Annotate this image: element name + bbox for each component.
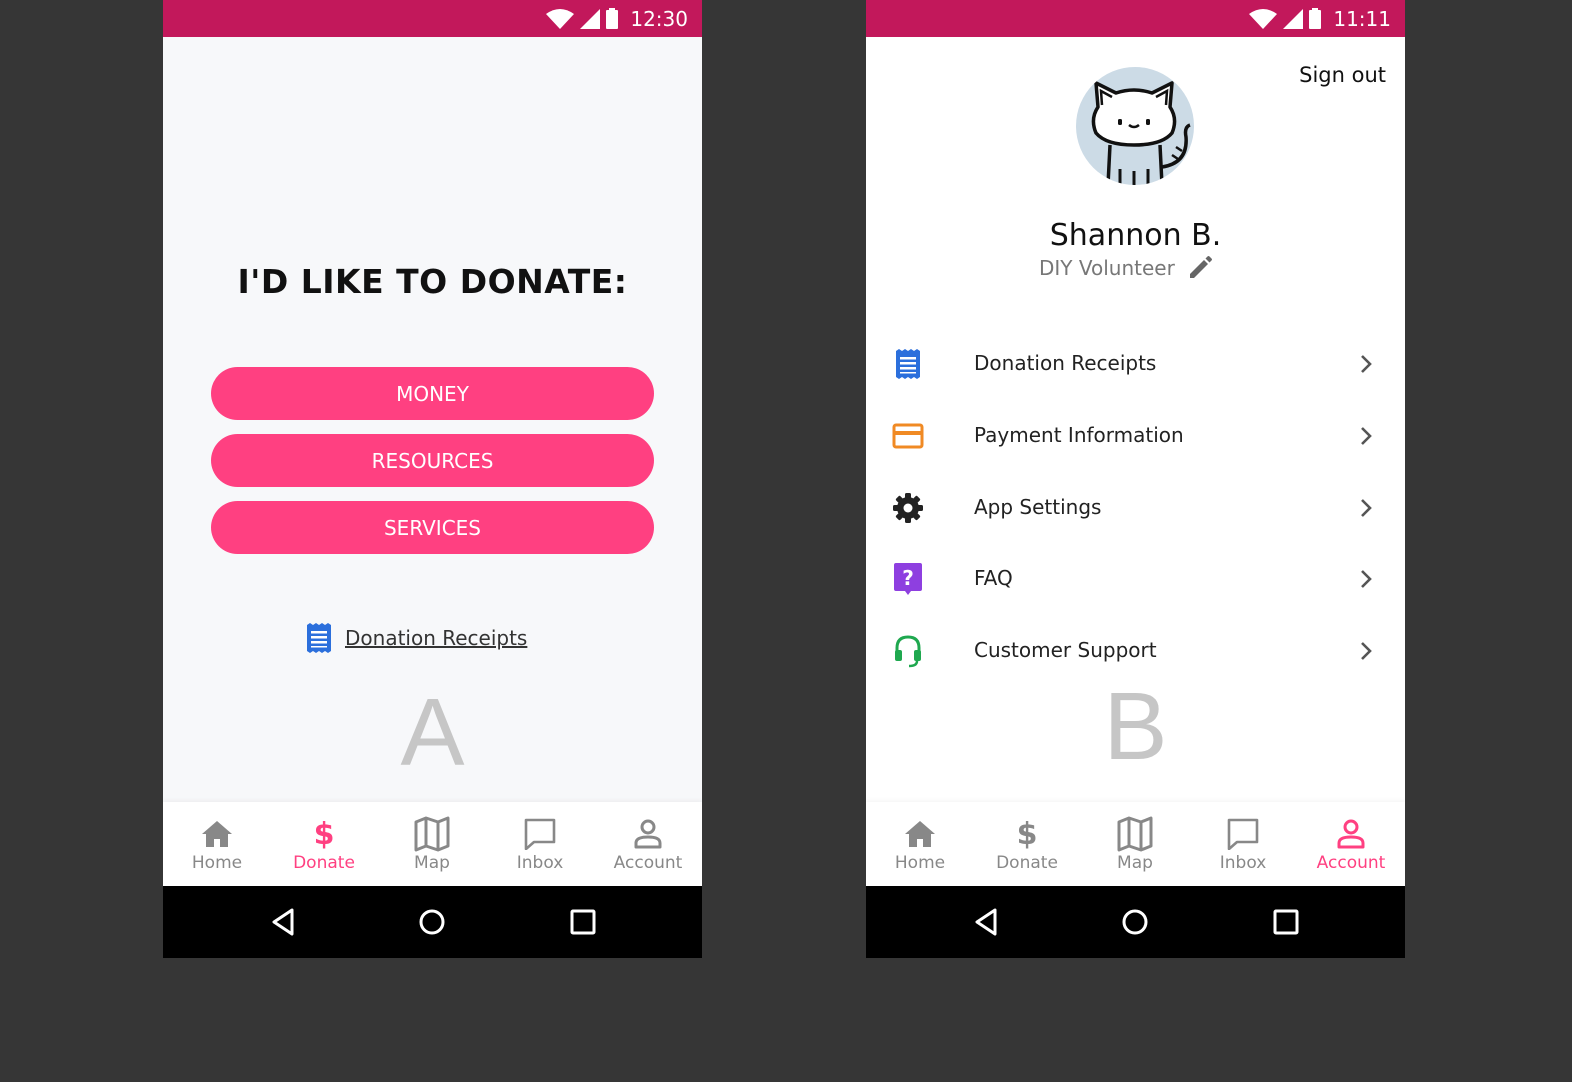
menu-item-app-settings[interactable]: App Settings xyxy=(866,477,1405,537)
home-circle-icon xyxy=(419,909,445,935)
dollar-icon: $ xyxy=(1016,816,1038,852)
map-icon xyxy=(414,816,450,852)
donation-receipts-link[interactable]: Donation Receipts xyxy=(305,623,527,653)
chevron-right-icon xyxy=(1361,427,1372,445)
user-role-row: DIY Volunteer xyxy=(1039,255,1213,281)
chevron-right-icon xyxy=(1361,355,1372,373)
bottom-tab-bar: Home $ Donate Map Inbox Account xyxy=(163,802,702,886)
tab-home-label: Home xyxy=(191,853,243,873)
person-icon xyxy=(634,819,662,849)
svg-text:?: ? xyxy=(902,566,914,590)
tab-map[interactable]: Map xyxy=(1081,802,1189,886)
menu-item-label: App Settings xyxy=(974,495,1102,519)
services-button[interactable]: SERVICES xyxy=(211,501,654,554)
home-nav-button[interactable] xyxy=(1119,906,1151,938)
resources-button[interactable]: RESOURCES xyxy=(211,434,654,487)
user-role: DIY Volunteer xyxy=(1039,256,1175,280)
tab-donate[interactable]: $ Donate xyxy=(973,802,1081,886)
headset-icon xyxy=(895,635,921,668)
home-nav-button[interactable] xyxy=(416,906,448,938)
battery-icon xyxy=(1309,8,1322,29)
tab-map-label: Map xyxy=(414,853,450,873)
cellular-signal-icon xyxy=(580,8,601,29)
tab-account-label: Account xyxy=(613,853,683,873)
phone-screen-b: 11:11 Sign out Shannon B. DIY Volunteer xyxy=(866,0,1405,958)
status-time: 12:30 xyxy=(630,6,688,31)
back-button[interactable] xyxy=(970,906,1002,938)
tab-account[interactable]: Account xyxy=(594,802,702,886)
chevron-right-icon xyxy=(1361,499,1372,517)
receipt-icon xyxy=(896,349,920,379)
chat-bubble-icon xyxy=(1227,818,1259,850)
recents-square-icon xyxy=(1273,909,1299,935)
wifi-icon xyxy=(1249,8,1278,29)
home-icon xyxy=(202,821,232,847)
tab-map-label: Map xyxy=(1117,853,1153,873)
tab-account[interactable]: Account xyxy=(1297,802,1405,886)
credit-card-icon xyxy=(892,423,924,449)
back-triangle-icon xyxy=(272,908,294,936)
donation-receipts-link-label: Donation Receipts xyxy=(345,626,528,650)
tab-map[interactable]: Map xyxy=(378,802,486,886)
tab-home-label: Home xyxy=(894,853,946,873)
money-button[interactable]: MONEY xyxy=(211,367,654,420)
help-icon: ? xyxy=(894,563,922,595)
user-name: Shannon B. xyxy=(1049,218,1222,253)
tab-inbox[interactable]: Inbox xyxy=(486,802,594,886)
chat-bubble-icon xyxy=(524,818,556,850)
menu-item-faq[interactable]: ? FAQ xyxy=(866,548,1405,608)
home-icon xyxy=(905,821,935,847)
chevron-right-icon xyxy=(1361,570,1372,588)
sign-out-button[interactable]: Sign out xyxy=(1299,63,1386,87)
system-nav-bar xyxy=(163,886,702,958)
tab-donate[interactable]: $ Donate xyxy=(270,802,378,886)
avatar[interactable] xyxy=(1076,67,1194,185)
menu-item-customer-support[interactable]: Customer Support xyxy=(866,620,1405,680)
map-icon xyxy=(1117,816,1153,852)
phone-screen-a: 12:30 I'D LIKE TO DONATE: MONEY RESOURCE… xyxy=(163,0,702,958)
menu-item-payment-information[interactable]: Payment Information xyxy=(866,405,1405,465)
menu-item-label: Donation Receipts xyxy=(974,351,1157,375)
system-nav-bar xyxy=(866,886,1405,958)
donate-heading: I'D LIKE TO DONATE: xyxy=(237,262,628,301)
cellular-signal-icon xyxy=(1283,8,1304,29)
cat-avatar-icon xyxy=(1091,81,1191,185)
back-triangle-icon xyxy=(975,908,997,936)
dollar-icon: $ xyxy=(313,816,335,852)
tab-inbox-label: Inbox xyxy=(516,853,564,873)
menu-item-label: Customer Support xyxy=(974,638,1157,662)
recents-square-icon xyxy=(570,909,596,935)
receipt-icon xyxy=(307,623,331,653)
tab-inbox-label: Inbox xyxy=(1219,853,1267,873)
tab-donate-label: Donate xyxy=(996,853,1058,873)
wifi-icon xyxy=(546,8,575,29)
tab-home[interactable]: Home xyxy=(866,802,974,886)
status-time: 11:11 xyxy=(1333,6,1391,31)
battery-icon xyxy=(606,8,619,29)
status-bar: 11:11 xyxy=(866,0,1405,37)
tab-inbox[interactable]: Inbox xyxy=(1189,802,1297,886)
back-button[interactable] xyxy=(267,906,299,938)
tab-account-label: Account xyxy=(1316,853,1386,873)
gear-icon xyxy=(893,493,923,523)
recents-button[interactable] xyxy=(567,906,599,938)
variant-label-b: B xyxy=(1103,673,1168,780)
tab-home[interactable]: Home xyxy=(163,802,271,886)
status-bar: 12:30 xyxy=(163,0,702,37)
tab-donate-label: Donate xyxy=(293,853,355,873)
menu-item-label: FAQ xyxy=(974,566,1013,590)
recents-button[interactable] xyxy=(1270,906,1302,938)
person-icon xyxy=(1337,819,1365,849)
menu-item-label: Payment Information xyxy=(974,423,1184,447)
bottom-tab-bar: Home $ Donate Map Inbox Account xyxy=(866,802,1405,886)
home-circle-icon xyxy=(1122,909,1148,935)
chevron-right-icon xyxy=(1361,642,1372,660)
variant-label-a: A xyxy=(400,679,465,786)
menu-item-donation-receipts[interactable]: Donation Receipts xyxy=(866,333,1405,393)
pencil-icon[interactable] xyxy=(1187,255,1213,281)
